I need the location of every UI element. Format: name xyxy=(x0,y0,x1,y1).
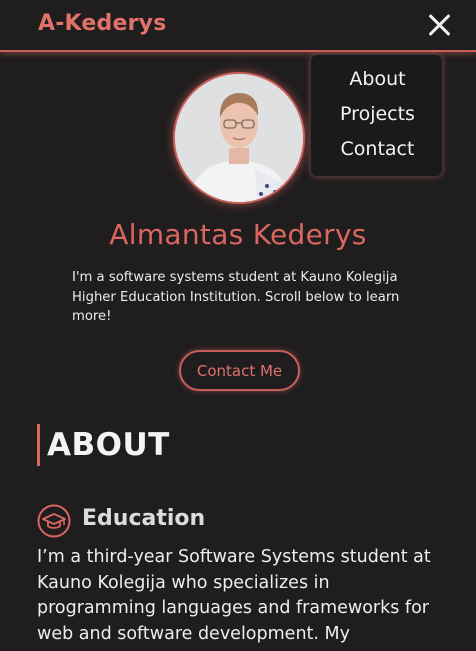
close-icon[interactable] xyxy=(428,12,452,38)
avatar-portrait xyxy=(175,74,303,202)
brand-logo[interactable]: A-Kederys xyxy=(38,11,167,36)
graduation-cap-icon xyxy=(37,504,71,538)
profile-name: Almantas Kederys xyxy=(109,218,367,251)
about-section-title: ABOUT xyxy=(47,427,170,463)
education-title: Education xyxy=(82,506,206,531)
page: A-Kederys About Projects Contact Almanta… xyxy=(0,0,476,651)
avatar xyxy=(173,72,305,204)
nav-dropdown: About Projects Contact xyxy=(310,54,443,177)
profile-bio: I'm a software systems student at Kauno … xyxy=(72,270,400,324)
education-text: I’m a third-year Software Systems studen… xyxy=(37,547,431,644)
section-accent-bar xyxy=(37,424,40,466)
header: A-Kederys xyxy=(0,0,476,52)
nav-item-projects[interactable]: Projects xyxy=(311,103,444,125)
nav-item-about[interactable]: About xyxy=(311,68,444,90)
nav-item-contact[interactable]: Contact xyxy=(311,138,444,160)
contact-me-button[interactable]: Contact Me xyxy=(179,350,300,391)
